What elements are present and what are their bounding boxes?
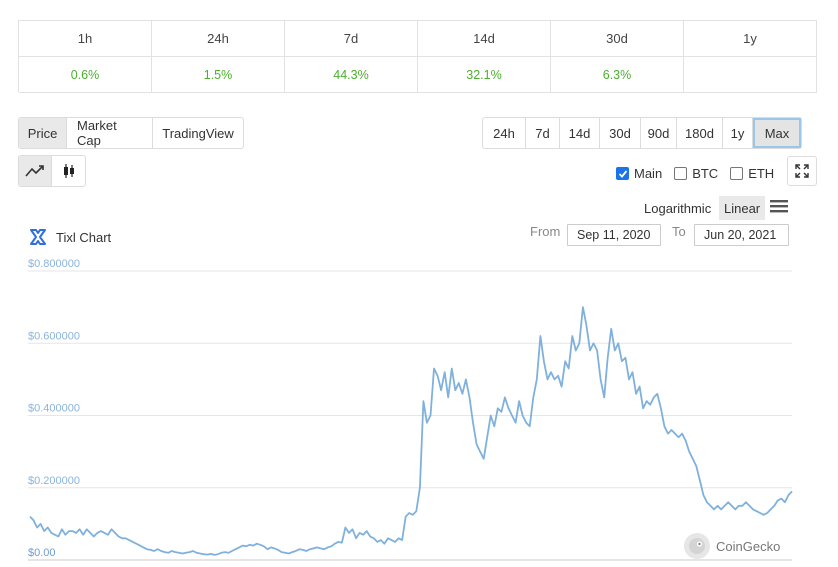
- price-series-line: [29, 306, 793, 556]
- line-chart-icon: [25, 165, 44, 177]
- checkbox-empty-icon[interactable]: [730, 167, 744, 180]
- from-label: From: [530, 224, 561, 239]
- fullscreen-button[interactable]: [787, 156, 817, 186]
- logarithmic-scale-button[interactable]: Logarithmic: [640, 196, 715, 220]
- price-chart-plot[interactable]: $0.00 $0.200000 $0.400000 $0.600000 $0.80000…: [0, 255, 838, 567]
- chart-menu-button[interactable]: [770, 198, 788, 217]
- range-max-button[interactable]: Max: [753, 118, 801, 148]
- checkbox-empty-icon[interactable]: [674, 167, 688, 180]
- stat-header-14d: 14d: [418, 21, 551, 57]
- time-range-selector: 24h 7d 14d 30d 90d 180d 1y Max: [482, 117, 802, 149]
- linear-scale-button[interactable]: Linear: [719, 196, 766, 220]
- from-date-input[interactable]: Sep 11, 2020: [567, 224, 661, 246]
- y-tick-label: $0.00: [28, 547, 56, 559]
- range-1y-button[interactable]: 1y: [723, 118, 753, 148]
- to-label: To: [672, 224, 686, 239]
- y-tick-label: $0.200000: [28, 475, 80, 487]
- range-180d-button[interactable]: 180d: [677, 118, 723, 148]
- stat-value-30d: 6.3%: [551, 57, 684, 93]
- btc-checkbox[interactable]: BTC: [674, 166, 718, 181]
- y-tick-label: $0.400000: [28, 403, 80, 415]
- main-checkbox-label: Main: [634, 166, 663, 181]
- stat-header-30d: 30d: [551, 21, 684, 57]
- stat-header-7d: 7d: [285, 21, 418, 57]
- stat-header-1y: 1y: [684, 21, 817, 57]
- candlestick-icon: [63, 164, 74, 178]
- eth-checkbox[interactable]: ETH: [730, 166, 774, 181]
- chart-title-text: Tixl Chart: [56, 229, 112, 245]
- compare-options: Main BTC ETH: [616, 166, 774, 181]
- tixl-logo-icon: [30, 229, 46, 245]
- stat-value-7d: 44.3%: [285, 57, 418, 93]
- stat-header-24h: 24h: [152, 21, 285, 57]
- tab-price[interactable]: Price: [19, 118, 67, 148]
- to-date-input[interactable]: Jun 20, 2021: [694, 224, 789, 246]
- stat-value-24h: 1.5%: [152, 57, 285, 93]
- stat-value-1h: 0.6%: [19, 57, 152, 93]
- price-change-table: 1h 24h 7d 14d 30d 1y 0.6% 1.5% 44.3% 32.…: [18, 20, 817, 93]
- eth-checkbox-label: ETH: [748, 166, 775, 181]
- hamburger-menu-icon: [770, 200, 788, 213]
- coingecko-logo-icon: [684, 533, 710, 559]
- chart-type-toggle: [18, 155, 86, 187]
- stat-header-1h: 1h: [19, 21, 152, 57]
- watermark-text: CoinGecko: [716, 538, 781, 554]
- range-90d-button[interactable]: 90d: [641, 118, 677, 148]
- y-tick-label: $0.600000: [28, 330, 80, 342]
- candlestick-chart-button[interactable]: [52, 156, 85, 186]
- tab-tradingview[interactable]: TradingView: [153, 118, 243, 148]
- stat-value-14d: 32.1%: [418, 57, 551, 93]
- range-24h-button[interactable]: 24h: [483, 118, 526, 148]
- checkbox-checked-icon[interactable]: [616, 167, 629, 180]
- tab-market-cap[interactable]: Market Cap: [67, 118, 153, 148]
- btc-checkbox-label: BTC: [692, 166, 719, 181]
- range-7d-button[interactable]: 7d: [526, 118, 560, 148]
- line-chart-button[interactable]: [19, 156, 52, 186]
- y-tick-label: $0.800000: [28, 258, 80, 270]
- range-30d-button[interactable]: 30d: [600, 118, 641, 148]
- chart-view-tabs: Price Market Cap TradingView: [18, 117, 244, 149]
- stat-value-1y: [684, 57, 817, 93]
- main-checkbox[interactable]: Main: [616, 166, 662, 181]
- range-14d-button[interactable]: 14d: [560, 118, 600, 148]
- expand-icon: [795, 164, 809, 178]
- coingecko-watermark: CoinGecko: [684, 533, 780, 559]
- chart-title: Tixl Chart: [28, 227, 111, 247]
